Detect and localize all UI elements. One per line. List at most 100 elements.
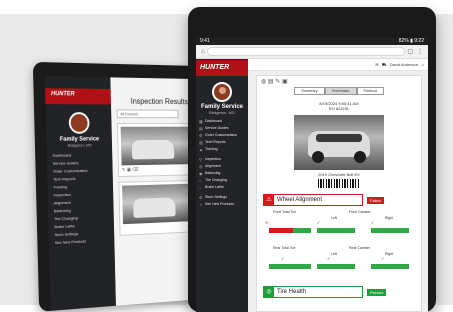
measurement-label: Rear Camber [349,246,371,250]
sidebar: HUNTER Family Service Bridgeton, MO ▦ Das… [196,59,248,312]
tab-technician[interactable]: Technician [324,87,357,95]
sidebar-item-alignment[interactable]: ◎ Alignment [199,163,248,170]
section-title: Wheel Alignment [277,197,323,203]
back-avatar [68,112,90,134]
sidebar-item-label: Dashboard [205,119,223,123]
sidebar-item-label: Tech Reports [205,140,226,144]
home-icon[interactable]: ⌂ [201,49,205,55]
main-content: ◍ ▤ ✎ ▣ Summary Technician Printout 8/19… [248,71,428,312]
measurement-label: Front Total Toe [273,210,297,214]
check-icon: ✓ [327,256,331,261]
cart-icon[interactable]: ⛟ [382,62,387,68]
back-sidebar: HUNTER Family Service Bridgeton, MO Dash… [44,76,116,311]
side-label: Right [385,216,394,220]
sidebar-item-label: Alignment [205,164,221,168]
business-location: Bridgeton, MO [209,110,235,115]
back-nav-item[interactable]: See New Products [55,236,115,247]
report-tabs: Summary Technician Printout [257,87,421,95]
sidebar-item-label: Balancing [205,171,221,175]
vehicle-photo[interactable] [294,115,384,170]
url-input[interactable] [206,47,406,56]
section-wrapper: ⚠ Wheel Alignment Failed [257,194,421,206]
alignment-measurements: Front Total Toe Front Camber Left Right … [265,210,415,280]
status-badge: Passed [367,289,387,296]
sidebar-item-label: Order Customization [205,133,238,137]
car-wheel [312,151,324,163]
gauge-bar [293,228,311,233]
logo[interactable]: HUNTER [196,60,248,76]
sidebar-item-label: Tire Changing [205,178,227,182]
status-left: 9:41 [200,38,210,44]
gauge-bar [317,264,355,269]
repair-order: RO 82423L [328,106,350,111]
status-bar: 9:41 82% ▮ 9:22 [196,37,428,45]
sidebar-item-training[interactable]: ▲ Training [199,146,248,153]
tab-printout[interactable]: Printout [356,87,384,95]
status-right: 82% ▮ 9:22 [398,38,424,44]
section-wheel-alignment[interactable]: ⚠ Wheel Alignment [263,194,363,206]
alignment-icon: ⚠ [264,195,274,205]
gauge-bar [371,264,409,269]
sidebar-item-service-guides[interactable]: ▤ Service Guides [199,125,248,132]
print-icon[interactable]: ▤ [268,79,274,85]
car-shape [133,197,176,218]
sidebar-item-tire-changing[interactable]: ○ Tire Changing [199,177,248,184]
back-filter-select[interactable]: All Devices [116,109,179,119]
front-tablet: 9:41 82% ▮ 9:22 ⌂ ▢ ⋮ HUNTER Family Serv… [188,7,436,312]
sidebar-item-label: See New Products [205,202,234,206]
back-result-photo [122,183,197,225]
sidebar-item-inspection[interactable]: ⚲ Inspection [199,156,248,163]
sidebar-item-label: Store Settings [205,195,227,199]
tabs-icon[interactable]: ▢ [407,48,413,55]
vin-barcode [318,179,360,188]
bell-icon[interactable]: ♫ [421,62,424,67]
vehicle-name: 2019 Chevrolet Bolt EV [318,172,360,177]
check-icon: ✓ [371,220,375,225]
sidebar-item-order-customization[interactable]: ⚙ Order Customization [199,132,248,139]
side-label: Right [385,252,394,256]
logo-text: HUNTER [200,64,230,71]
check-icon: ✓ [317,220,321,225]
sidebar-item-label: Brake Lathe [205,185,224,189]
gauge-bar [317,228,355,233]
edit-icon[interactable]: ✎ [275,79,280,85]
sidebar-item-dashboard[interactable]: ▦ Dashboard [199,118,248,125]
sidebar-item-balancing[interactable]: ◉ Balancing [199,170,248,177]
sidebar-item-label: Service Guides [205,126,229,130]
save-icon[interactable]: ▣ [282,79,288,85]
sidebar-item-label: Training [205,147,218,151]
share-icon[interactable]: ◍ [261,79,266,85]
gauge-bar [269,228,293,233]
back-card-icons: ✎ ▣ ⌫ [121,166,139,174]
avatar [212,82,232,102]
back-logo: HUNTER [45,88,112,105]
sidebar-item-brake-lathe[interactable]: ◌ Brake Lathe [199,184,248,191]
side-label: Left [331,252,337,256]
inspection-report: ◍ ▤ ✎ ▣ Summary Technician Printout 8/19… [256,75,422,312]
tab-summary[interactable]: Summary [294,87,325,95]
sidebar-item-new-products[interactable]: ☆ See New Products [199,201,248,208]
sidebar-item-store-settings[interactable]: ⚙ Store Settings [199,194,248,201]
fail-mark-icon: ✕ [265,220,269,225]
back-result-card[interactable]: ✎ ▣ ⌫ [116,122,199,178]
check-icon: ✓ [281,256,285,261]
back-location: Bridgeton, MO [67,142,92,148]
sidebar-item-label: Inspection [205,157,221,161]
tire-health-icon: ◎ [264,287,274,297]
car-shape [131,139,175,160]
gauge-bar [371,228,409,233]
inbox-icon[interactable]: ✉ [375,62,378,67]
status-badge: Failed [367,197,384,204]
measurement-label: Front Camber [349,210,371,214]
section-title: Tire Health [277,289,307,295]
menu-icon[interactable]: ⋮ [417,48,423,55]
gauge-bar [269,264,311,269]
section-tire-health[interactable]: ◎ Tire Health [263,286,363,298]
sidebar-nav: ▦ Dashboard ▤ Service Guides ⚙ Order Custom… [196,118,248,208]
measurement-label: Rear Total Toe [273,246,296,250]
back-nav: Dashboard Service Guides Order Customiza… [47,151,115,247]
user-menu[interactable]: David Anderson [390,62,418,67]
sidebar-item-tech-reports[interactable]: ▥ Tech Reports [199,139,248,146]
app: HUNTER Family Service Bridgeton, MO ▦ Das… [196,59,428,312]
browser-url-bar: ⌂ ▢ ⋮ [196,45,428,59]
